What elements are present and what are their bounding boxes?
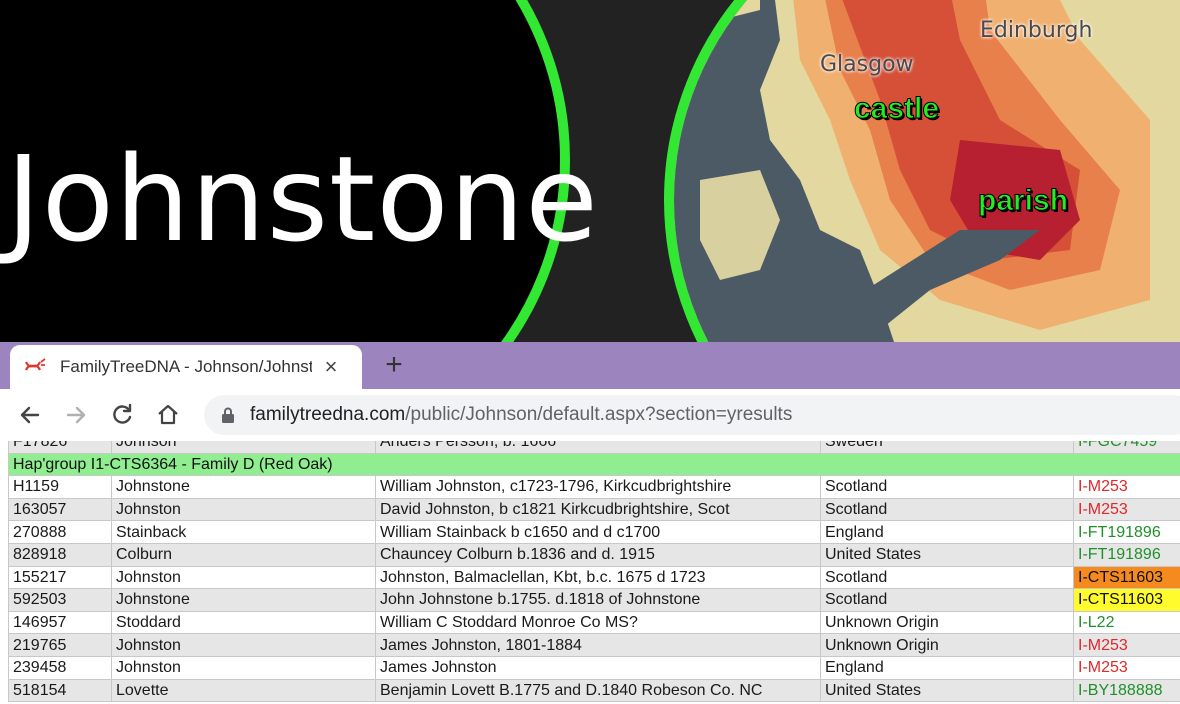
cell-ancestor: John Johnstone b.1755. d.1818 of Johnsto… [375,588,821,612]
cell-ancestor: William C Stoddard Monroe Co MS? [375,610,821,635]
cell-country: United States [820,542,1074,567]
cell-kit[interactable]: 592503 [8,588,112,612]
cell-haplogroup: I-M253 [1073,633,1180,657]
reload-icon[interactable] [108,401,136,429]
banner-image: Johnstone Glasgow Edinburgh castle paris… [0,0,1180,342]
cell-haplogroup: I-BY188888 [1073,678,1180,703]
cell-kit[interactable]: 828918 [8,542,112,567]
cell-country: Scotland [820,588,1074,612]
tab-strip: FamilyTreeDNA - Johnson/Johnstone × + [0,342,1180,389]
cell-kit[interactable]: 270888 [8,520,112,544]
cell-kit[interactable]: 219765 [8,633,112,657]
cell-haplogroup: I-CTS11603 [1073,588,1180,612]
table-row: 518154 Lovette Benjamin Lovett B.1775 and … [8,678,1180,703]
cell-haplogroup: I-M253 [1073,655,1180,680]
table-row-partial: F17826 Johnson Anders Persson, b. 1666 S… [8,441,1180,454]
cell-haplogroup: I-FGC7459 [1073,441,1180,454]
address-bar[interactable]: familytreedna.com/public/Johnson/default… [204,395,1180,435]
cell-surname: Johnston [111,565,376,590]
table-row: 163057 Johnston David Johnston, b c1821 Ki… [8,497,1180,522]
cell-haplogroup: I-CTS11603 [1073,565,1180,590]
cell-ancestor: David Johnston, b c1821 Kirkcudbrightshi… [375,497,821,522]
cell-country: Scotland [820,497,1074,522]
browser-toolbar: familytreedna.com/public/Johnson/default… [0,389,1180,441]
cell-country: Unknown Origin [820,633,1074,657]
table-row: H1159 Johnstone William Johnston, c1723-17… [8,475,1180,499]
cell-haplogroup: I-L22 [1073,610,1180,635]
url-text[interactable]: familytreedna.com/public/Johnson/default… [250,404,792,426]
banner-title: Johnstone [6,130,599,268]
cell-haplogroup: I-FT191896 [1073,520,1180,544]
surname-distribution-map: Glasgow Edinburgh castle parish [664,0,1180,342]
lock-icon[interactable] [220,406,236,424]
heatmap-graphic [674,0,1180,342]
cell-kit[interactable]: 163057 [8,497,112,522]
group-header-row: Hap'group I1-CTS6364 - Family D (Red Oak… [8,452,1180,477]
table-row: 146957 Stoddard William C Stoddard Monroe … [8,610,1180,635]
cell-haplogroup: I-M253 [1073,497,1180,522]
cell-ancestor: William Stainback b c1650 and d c1700 [375,520,821,544]
cell-country: Scotland [820,475,1074,499]
cell-surname: Lovette [111,678,376,703]
cell-surname: Johnstone [111,475,376,499]
cell-surname: Johnston [111,497,376,522]
cell-kit: F17826 [8,441,112,454]
home-icon[interactable] [154,401,182,429]
dna-icon [25,358,46,371]
cell-surname: Johnston [111,633,376,657]
cell-country: Unknown Origin [820,610,1074,635]
browser-tab[interactable]: FamilyTreeDNA - Johnson/Johnstone × [10,345,362,389]
map-tag-parish: parish [977,184,1069,218]
tab-title: FamilyTreeDNA - Johnson/Johnstone [60,357,312,376]
results-table: F17826 Johnson Anders Persson, b. 1666 S… [8,441,1180,703]
new-tab-button[interactable]: + [380,348,408,382]
cell-haplogroup: I-M253 [1073,475,1180,499]
cell-haplogroup: I-FT191896 [1073,542,1180,567]
cell-ancestor: James Johnston, 1801-1884 [375,633,821,657]
group-header: Hap'group I1-CTS6364 - Family D (Red Oak… [8,452,1180,477]
cell-kit[interactable]: 239458 [8,655,112,680]
table-row: 239458 Johnston James Johnston England I-M25… [8,655,1180,680]
cell-kit[interactable]: 518154 [8,678,112,703]
cell-surname: Colburn [111,542,376,567]
cell-surname: Johnstone [111,588,376,612]
cell-surname: Stainback [111,520,376,544]
cell-kit[interactable]: H1159 [8,475,112,499]
table-row: 828918 Colburn Chauncey Colburn b.1836 and… [8,542,1180,567]
cell-ancestor: Johnston, Balmaclellan, Kbt, b.c. 1675 d… [375,565,821,590]
forward-arrow-icon[interactable] [62,401,90,429]
cell-ancestor: Anders Persson, b. 1666 [375,441,821,454]
cell-surname: Stoddard [111,610,376,635]
cell-ancestor: William Johnston, c1723-1796, Kirkcudbri… [375,475,821,499]
close-tab-icon[interactable]: × [320,354,342,380]
back-arrow-icon[interactable] [16,401,44,429]
cell-kit[interactable]: 146957 [8,610,112,635]
table-row: 270888 Stainback William Stainback b c1650… [8,520,1180,544]
cell-ancestor: James Johnston [375,655,821,680]
map-tag-castle: castle [853,92,940,126]
cell-country: United States [820,678,1074,703]
table-row: 592503 Johnstone John Johnstone b.1755. d.… [8,588,1180,612]
cell-ancestor: Benjamin Lovett B.1775 and D.1840 Robeso… [375,678,821,703]
city-label-glasgow: Glasgow [820,52,914,77]
cell-country: Sweden [820,441,1074,454]
table-row: 155217 Johnston Johnston, Balmaclellan, Kb… [8,565,1180,590]
table-row: 219765 Johnston James Johnston, 1801-1884 U… [8,633,1180,657]
city-label-edinburgh: Edinburgh [980,18,1093,43]
cell-ancestor: Chauncey Colburn b.1836 and d. 1915 [375,542,821,567]
page-content: F17826 Johnson Anders Persson, b. 1666 S… [0,441,1180,704]
cell-kit[interactable]: 155217 [8,565,112,590]
cell-country: England [820,520,1074,544]
cell-surname: Johnston [111,655,376,680]
cell-surname: Johnson [111,441,376,454]
cell-country: Scotland [820,565,1074,590]
cell-country: England [820,655,1074,680]
